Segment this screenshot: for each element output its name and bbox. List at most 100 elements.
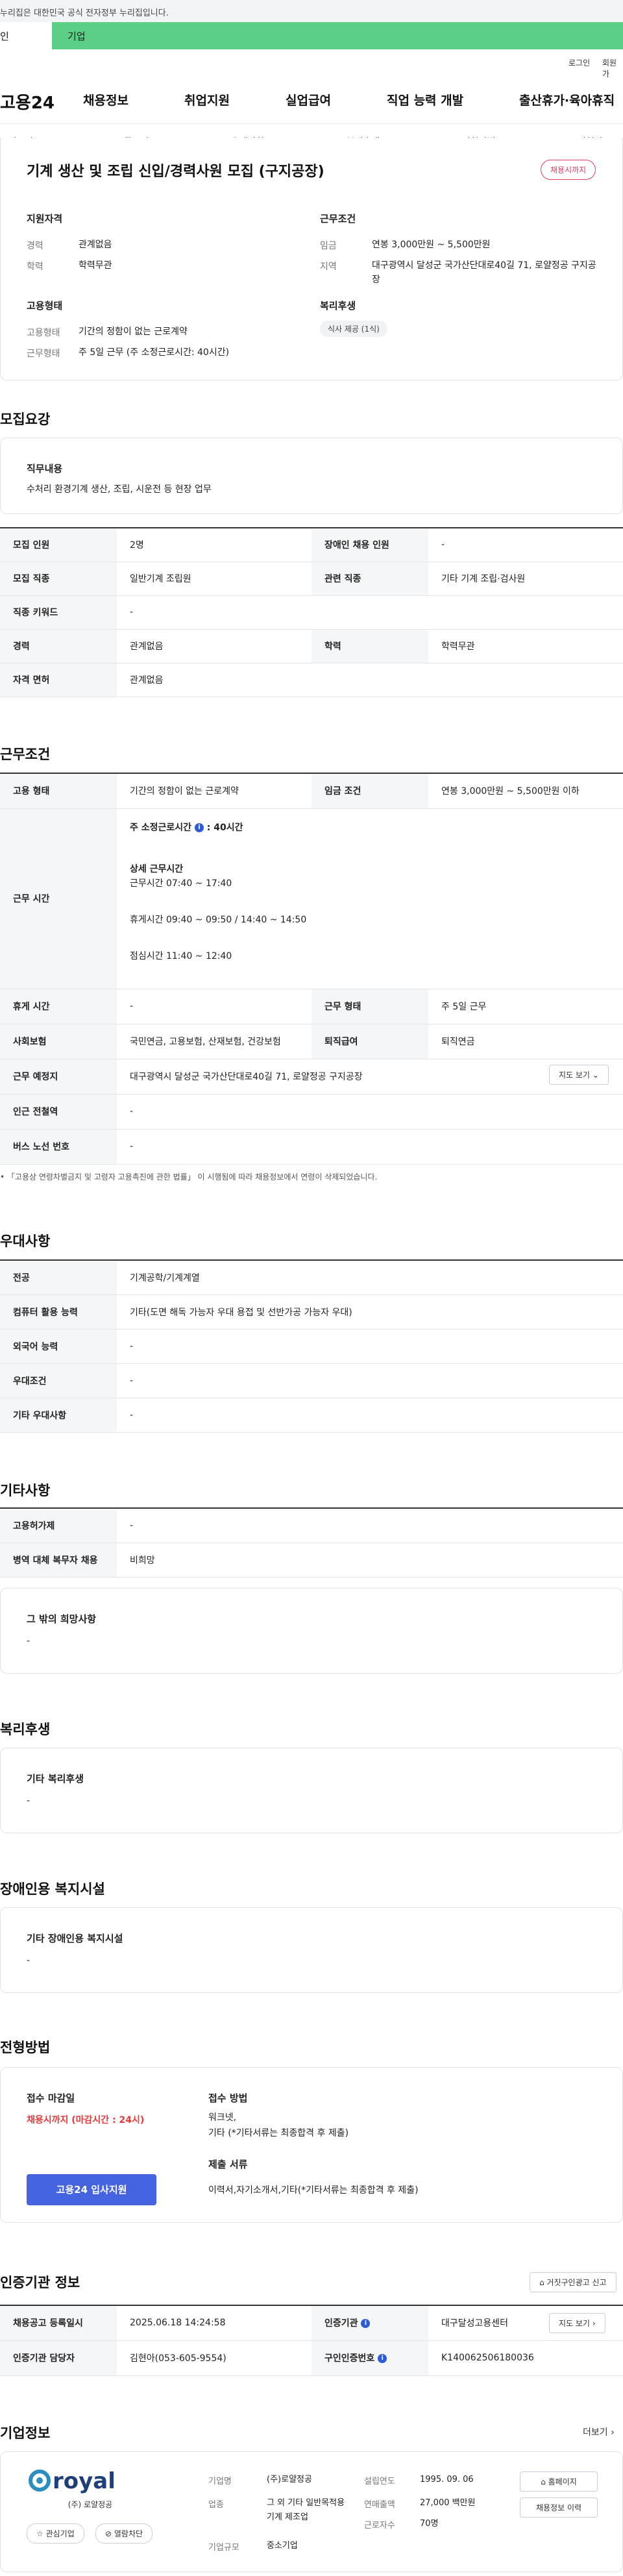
info-icon[interactable]: i [194,823,204,832]
weekly-hours-value: : 40시간 [206,822,243,833]
table-row: 사회보험 국민연금, 고용보험, 산재보험, 건강보험 퇴직급여 퇴직연금 [0,1024,623,1059]
main-hours: 근무시간 07:40 ~ 17:40 [130,878,232,889]
recruit-section-title: 모집요강 [0,412,51,427]
edu-label: 학력 [27,262,43,272]
manager-label: 인증기관 담당자 [0,2340,117,2376]
company-size-value: 중소기업 [267,2541,298,2551]
site-logo[interactable]: 고용24 [0,90,55,114]
pref-cond-label: 우대조건 [0,1363,117,1398]
founded-value: 1995. 09. 06 [420,2475,474,2484]
map-view-button[interactable]: 지도 보기 ⌄ [549,1065,609,1085]
welfare-heading: 복리후생 [320,300,356,312]
sales-label: 연매출액 [364,2500,395,2510]
recruit-count-value: 2명 [117,528,312,562]
computer-skill-label: 컴퓨터 활용 능력 [0,1294,117,1330]
license-label: 자격 면허 [0,663,117,697]
info-icon[interactable]: i [378,2354,387,2363]
block-view-button[interactable]: ⊘ 열람차단 [95,2523,153,2544]
table-row: 근무 예정지 대구광역시 달성군 국가산단대로40길 71, 로얄정공 구지공장 [0,1059,623,1095]
reg-date-label: 채용공고 등록일시 [0,2305,117,2341]
cond-heading: 근무조건 [320,213,356,225]
job-type-label: 모집 직종 [0,562,117,596]
job-history-button[interactable]: 채용정보 이력 [520,2497,598,2518]
gnb-training[interactable]: 직업 능력 개발 [387,91,463,108]
gov-banner-text: 누리집은 대한민국 공식 전자정부 누리집입니다. [0,8,169,18]
education-label: 학력 [312,629,428,663]
company-logo: royal (주) 로얄정공 [25,2465,155,2509]
wage-value: 연봉 3,000만원 ~ 5,500만원 [372,240,491,250]
disabled-count-label: 장애인 채용 인원 [312,528,428,562]
gnb-leave[interactable]: 출산휴가·육아휴직 [519,91,615,108]
gnb-jobs[interactable]: 채용정보 [83,91,128,108]
emp-type-value: 기간의 정함이 없는 근로계약 [79,327,188,337]
other-wish-value: - [27,1636,31,1646]
disabled-etc-value: - [27,1955,31,1966]
keyword-label: 직종 키워드 [0,595,117,630]
apply-button[interactable]: 고용24 입사지원 [27,2174,156,2205]
company-logo-sub: (주) 로얄정공 [67,2500,113,2509]
computer-skill-value: 기타(도면 해독 가능자 우대 용접 및 선반가공 가능자 우대) [117,1294,623,1330]
disabled-etc-heading: 기타 장애인용 복지시설 [27,1933,123,1944]
company-more-link[interactable]: 더보기 › [583,2425,615,2438]
severance-value: 퇴직연금 [428,1024,623,1059]
license-value: 관계없음 [117,663,623,697]
table-row: 경력 관계없음 학력 학력무관 [0,629,623,663]
insurance-value: 국민연금, 고용보험, 산재보험, 건강보험 [117,1024,312,1059]
welfare-etc-heading: 기타 복리후생 [27,1773,84,1785]
etc-table: 고용허가제 - 병역 대체 복무자 채용 비희망 [0,1507,623,1578]
info-icon[interactable]: i [361,2319,371,2329]
cert-number-label-cell: 구인인증번호 i [312,2340,428,2376]
interest-company-button[interactable]: ☆ 관심기업 [27,2523,84,2544]
language-label: 외국어 능력 [0,1329,117,1364]
table-row: 자격 면허 관계없음 [0,663,623,697]
company-name-label: 기업명 [208,2477,232,2486]
edu-value: 학력무관 [79,260,112,271]
docs-heading: 제출 서류 [208,2159,248,2170]
user-type-tabs: 인 기업 [0,22,623,49]
interest-company-label: 관심기업 [45,2529,75,2538]
break-hours: 휴게시간 09:40 ~ 09:50 / 14:40 ~ 14:50 [130,914,307,925]
home-icon: ⌂ [541,2477,548,2486]
table-row: 채용공고 등록일시 2025.06.18 14:24:58 인증기관 i 대구달… [0,2305,623,2341]
area-value: 대구광역시 달성군 국가산단대로40길 71, 로얄정공 구지공장 [372,260,596,285]
table-row: 전공 기계공학/기계계열 [0,1260,623,1295]
tab-personal[interactable]: 인 [0,22,52,49]
work-table: 고용 형태 기간의 정함이 없는 근로계약 임금 조건 연봉 3,000만원 ~… [0,773,623,1165]
employees-label: 근로자수 [364,2521,395,2531]
age-law-note: • 「고용상 연령차별금지 및 고령자 고용촉진에 관한 법률」 이 시행됨에 … [0,1171,377,1182]
table-row: 병역 대체 복무자 채용 비희망 [0,1542,623,1578]
gnb-employment-support[interactable]: 취업지원 [184,91,230,108]
cert-table: 채용공고 등록일시 2025.06.18 14:24:58 인증기관 i 대구달… [0,2305,623,2376]
agency-map-button[interactable]: 지도 보기 › [549,2313,605,2333]
login-link[interactable]: 로그인 [568,57,590,68]
job-content-card: 직무내용 수처리 환경기계 생산, 조립, 시운전 등 현장 업무 [0,438,623,514]
bullet-icon: • [0,1172,7,1182]
homepage-button[interactable]: ⌂ 홈페이지 [520,2471,598,2492]
weekly-hours-row: 주 소정근로시간 i : 40시간 [130,821,610,835]
emp-form-label: 고용 형태 [0,773,117,809]
signup-link[interactable]: 회원가 [602,57,623,79]
welfare-section-title: 복리후생 [0,1722,51,1737]
cert-section-title: 인증기관 정보 [0,2275,80,2290]
agency-map-label: 지도 보기 [559,2319,590,2328]
other-wish-card: 그 밖의 희망사항 - [0,1588,623,1674]
recruit-count-label: 모집 인원 [0,528,117,562]
exp-value: 관계없음 [79,240,112,250]
report-fake-ad-button[interactable]: ⌂ 거짓구인광고 신고 [530,2272,617,2292]
table-row: 외국어 능력 - [0,1329,623,1364]
insurance-label: 사회보험 [0,1024,117,1059]
disabled-card: 기타 장애인용 복지시설 - [0,1907,623,1993]
method-heading: 접수 방법 [208,2092,248,2104]
gov-banner: 누리집은 대한민국 공식 전자정부 누리집입니다. [0,0,623,22]
process-section-title: 전형방법 [0,2040,51,2055]
industry-label: 업종 [208,2500,224,2510]
education-value: 학력무관 [428,629,623,663]
bus-label: 버스 노선 번호 [0,1129,117,1165]
pref-section-title: 우대사항 [0,1233,51,1249]
gnb-unemployment[interactable]: 실업급여 [286,91,331,108]
exp-label: 경력 [27,241,43,251]
severance-label: 퇴직급여 [312,1024,428,1059]
major-value: 기계공학/기계계열 [117,1260,623,1295]
wage-cond-value: 연봉 3,000만원 ~ 5,500만원 이하 [428,773,623,809]
tab-company[interactable]: 기업 [52,22,623,49]
